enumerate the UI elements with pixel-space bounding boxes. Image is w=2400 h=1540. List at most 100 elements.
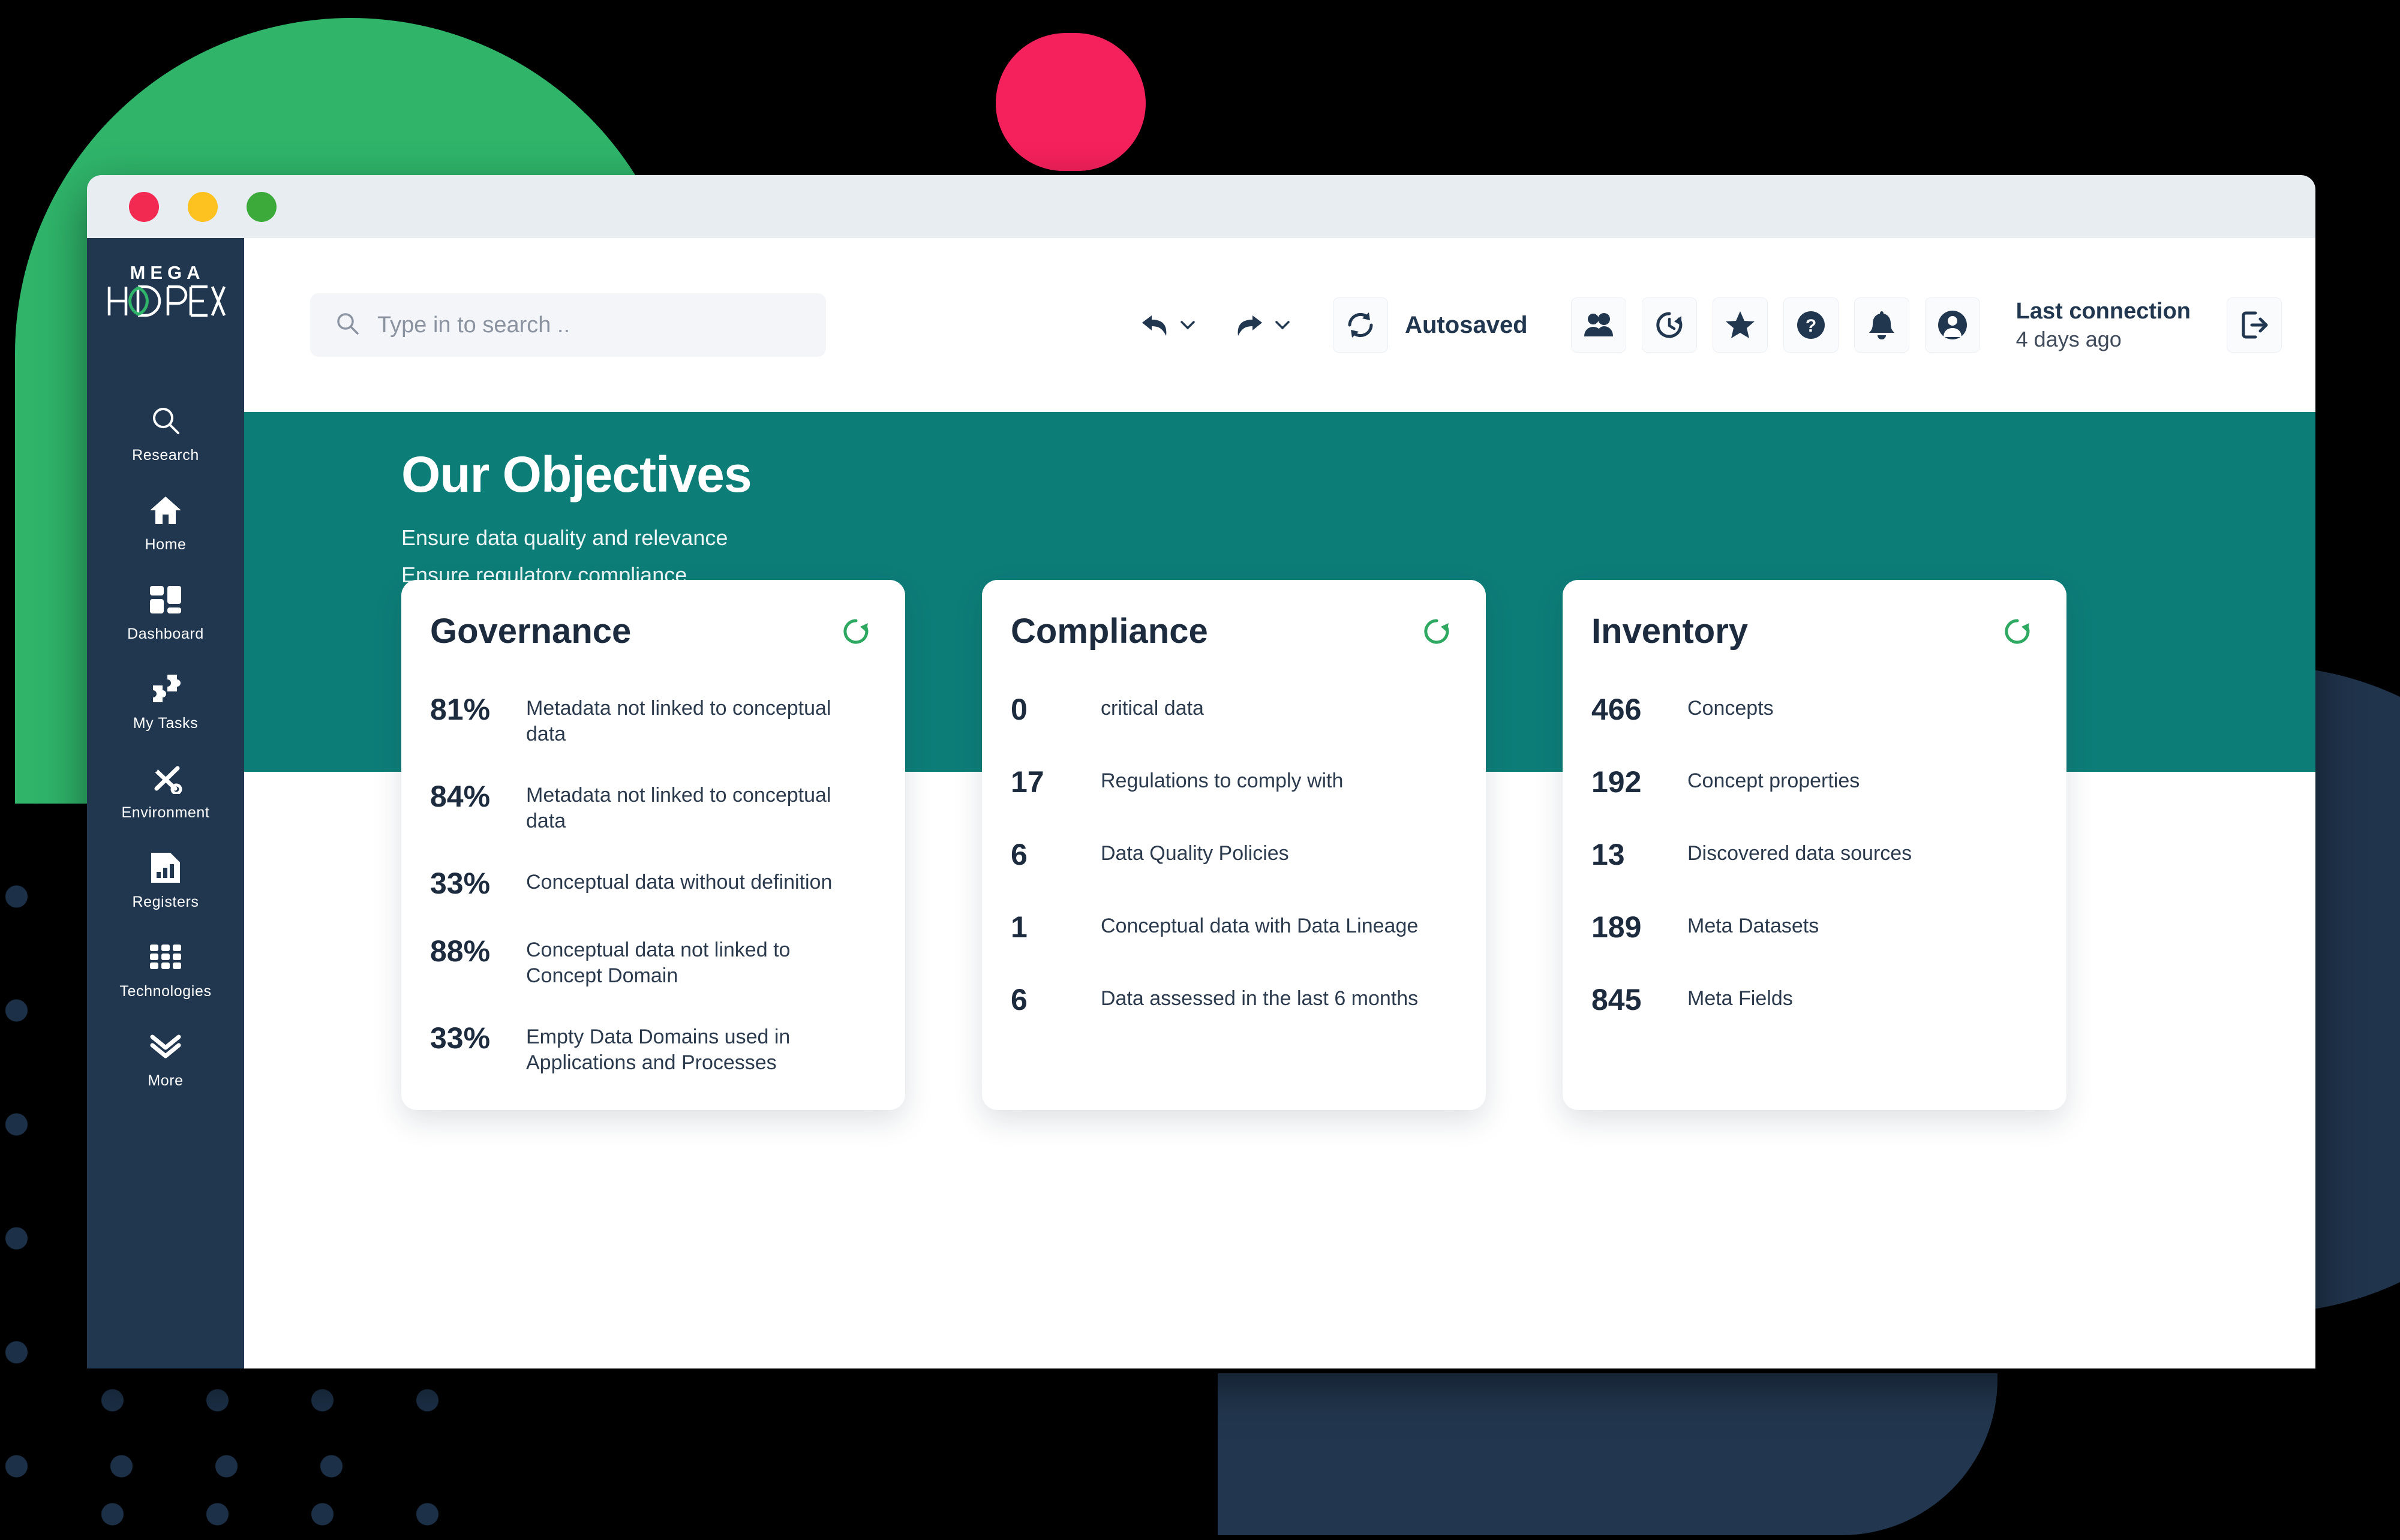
last-connection-time: 4 days ago [2015, 326, 2122, 351]
stat-label: Conceptual data with Data Lineage [1101, 915, 1419, 937]
stat-value: 33% [430, 1021, 491, 1055]
sidebar-item-technologies[interactable]: Technologies [87, 925, 244, 1015]
stat-value: 33% [430, 867, 491, 900]
stat-value: 81% [430, 693, 491, 726]
autosave-status: Autosaved [1333, 297, 1528, 353]
stat-label: Empty Data Domains used in Applications … [526, 1025, 791, 1074]
stat-label: Meta Datasets [1687, 915, 1819, 937]
logout-icon[interactable] [2227, 297, 2282, 353]
refresh-circle-icon[interactable] [1422, 617, 1451, 649]
sidebar-item-registers[interactable]: Registers [87, 836, 244, 925]
search-input[interactable]: Type in to search .. [377, 312, 570, 338]
stat-label: Conceptual data without definition [526, 871, 833, 894]
redo-button[interactable] [1232, 311, 1291, 339]
stat-value: 88% [430, 934, 491, 968]
user-account-icon[interactable] [1924, 297, 1980, 353]
autosave-button[interactable] [1333, 297, 1389, 353]
report-chart-icon [150, 849, 181, 886]
sidebar-item-label: Technologies [119, 983, 212, 1000]
stat-row: 1 Conceptual data with Data Lineage [1011, 910, 1452, 945]
stat-row: 845 Meta Fields [1591, 982, 2033, 1018]
stat-label: Data assessed in the last 6 months [1101, 987, 1419, 1010]
sidebar-item-dashboard[interactable]: Dashboard [87, 568, 244, 657]
main-content: Type in to search .. Autosaved ? Last co… [244, 238, 2315, 1368]
stat-label: Discovered data sources [1687, 842, 1912, 865]
stat-label: Data Quality Policies [1101, 842, 1289, 865]
svg-text:?: ? [1805, 316, 1816, 336]
tools-icon [148, 760, 183, 797]
chevron-down-icon [1181, 321, 1195, 330]
stat-row: 192 Concept properties [1591, 765, 2033, 800]
stat-row: 88% Conceptual data not linked to Concep… [430, 934, 872, 988]
stat-value: 466 [1591, 693, 1642, 726]
objective-line: Ensure data quality and relevance [401, 525, 728, 550]
stat-label: Conceptual data not linked to Concept Do… [526, 939, 791, 987]
chevron-double-down-icon [149, 1028, 182, 1065]
card-title: Compliance [1011, 612, 1208, 651]
stat-value: 17 [1011, 765, 1044, 799]
card-title: Governance [430, 612, 632, 651]
stat-label: Metadata not linked to conceptual data [526, 784, 831, 832]
card-compliance: Compliance 0 critical data 17 Regulation… [982, 580, 1486, 1110]
star-icon[interactable] [1712, 297, 1768, 353]
stat-row: 33% Empty Data Domains used in Applicati… [430, 1021, 872, 1075]
card-governance: Governance 81% Metadata not linked to co… [401, 580, 905, 1110]
sidebar-item-label: Home [145, 536, 187, 553]
undo-button[interactable] [1137, 311, 1196, 339]
stat-label: Regulations to comply with [1101, 769, 1344, 792]
users-icon[interactable] [1570, 297, 1626, 353]
sidebar-item-home[interactable]: Home [87, 479, 244, 568]
chevron-down-icon [1275, 321, 1290, 330]
card-title: Inventory [1591, 612, 1749, 651]
refresh-circle-icon[interactable] [842, 617, 870, 649]
stat-row: 13 Discovered data sources [1591, 837, 2033, 873]
decorative-pink-shape [996, 33, 1146, 171]
search-icon [149, 402, 182, 440]
window-maximize-button[interactable] [247, 191, 277, 222]
stat-value: 6 [1011, 838, 1028, 871]
grid-icon [149, 939, 182, 976]
help-question-icon[interactable]: ? [1783, 297, 1839, 353]
browser-window: MEGA Research Home Dashboard My Tasks En… [87, 175, 2315, 1368]
sidebar-item-my-tasks[interactable]: My Tasks [87, 657, 244, 747]
search-icon [334, 311, 361, 340]
decorative-navy-panel [1218, 1373, 1998, 1535]
sidebar-item-more[interactable]: More [87, 1015, 244, 1104]
sidebar-item-label: Environment [121, 804, 210, 821]
sync-refresh-icon [1348, 312, 1373, 338]
last-connection-block: Last connection 4 days ago [2016, 299, 2191, 352]
stat-row: 17 Regulations to comply with [1011, 765, 1452, 800]
autosave-label: Autosaved [1405, 311, 1528, 338]
decorative-dot-grid-bottom [60, 1343, 480, 1540]
window-minimize-button[interactable] [188, 191, 218, 222]
sidebar-nav: Research Home Dashboard My Tasks Environ… [87, 389, 244, 1104]
logo-hopex-wordmark [106, 284, 226, 318]
bell-notification-icon[interactable] [1854, 297, 1909, 353]
stat-row: 0 critical data [1011, 692, 1452, 727]
window-close-button[interactable] [129, 191, 159, 222]
stat-row: 81% Metadata not linked to conceptual da… [430, 692, 872, 747]
stat-row: 84% Metadata not linked to conceptual da… [430, 779, 872, 834]
stat-row: 33% Conceptual data without definition [430, 866, 872, 901]
window-titlebar [87, 175, 2315, 238]
search-box[interactable]: Type in to search .. [310, 293, 826, 357]
refresh-circle-icon[interactable] [2003, 617, 2032, 649]
stat-value: 189 [1591, 910, 1642, 944]
history-clock-icon[interactable] [1641, 297, 1697, 353]
undo-redo-group [1137, 311, 1291, 339]
stat-value: 13 [1591, 838, 1625, 871]
stat-value: 192 [1591, 765, 1642, 799]
sidebar-item-environment[interactable]: Environment [87, 747, 244, 836]
page-title: Our Objectives [401, 446, 752, 503]
stat-label: Meta Fields [1687, 987, 1793, 1010]
home-icon [149, 492, 182, 529]
sidebar-item-label: Research [132, 447, 199, 464]
sidebar-item-label: Dashboard [127, 625, 204, 642]
sidebar-item-label: My Tasks [133, 715, 199, 732]
card-inventory: Inventory 466 Concepts 192 Concept prope… [1563, 580, 2066, 1110]
stat-value: 0 [1011, 693, 1028, 726]
stat-row: 189 Meta Datasets [1591, 910, 2033, 945]
sidebar-item-label: More [148, 1072, 184, 1089]
sidebar-item-research[interactable]: Research [87, 389, 244, 479]
page-background: MEGA Research Home Dashboard My Tasks En… [0, 0, 2400, 1540]
